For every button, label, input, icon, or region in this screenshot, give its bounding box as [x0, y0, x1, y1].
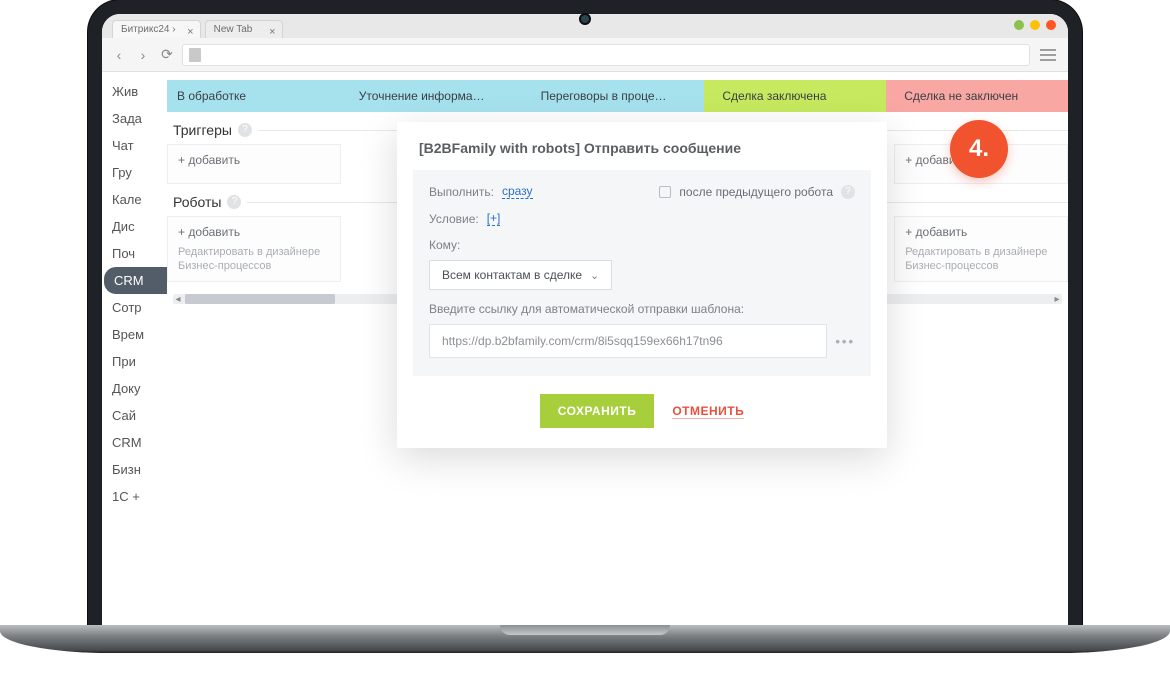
- reload-button[interactable]: ⟳: [158, 46, 176, 64]
- sidebar-item[interactable]: Зада: [102, 105, 167, 132]
- close-icon[interactable]: ×: [187, 23, 193, 41]
- horizontal-scrollbar[interactable]: ◂ ▸: [173, 294, 1062, 304]
- add-robot-link[interactable]: + добавить: [178, 225, 240, 239]
- save-button[interactable]: СОХРАНИТЬ: [540, 394, 655, 428]
- sidebar-item[interactable]: Сай: [102, 402, 167, 429]
- sidebar-item[interactable]: Сотр: [102, 294, 167, 321]
- laptop-frame: Битрикс24 › × New Tab × ‹ › ⟳: [88, 0, 1082, 640]
- forward-button[interactable]: ›: [134, 46, 152, 64]
- robots-columns: + добавить Редактировать в дизайнере Биз…: [167, 216, 1068, 288]
- window-close-dot[interactable]: [1046, 20, 1056, 30]
- template-url-input[interactable]: https://dp.b2bfamily.com/crm/8i5sqq159ex…: [429, 324, 827, 358]
- robots-heading: Роботы ?: [173, 194, 1068, 210]
- modal-footer: СОХРАНИТЬ ОТМЕНИТЬ: [397, 376, 887, 428]
- more-options-icon[interactable]: •••: [835, 334, 855, 349]
- laptop-base: [0, 625, 1170, 653]
- url-value: https://dp.b2bfamily.com/crm/8i5sqq159ex…: [442, 334, 723, 348]
- pipeline-stage[interactable]: Уточнение информа…: [341, 80, 523, 112]
- window-controls: [1014, 20, 1056, 30]
- browser-tab-active[interactable]: Битрикс24 › ×: [112, 20, 201, 38]
- triggers-heading: Триггеры ?: [173, 122, 1068, 138]
- sidebar-item[interactable]: Кале: [102, 186, 167, 213]
- tab-title: Битрикс24 ›: [121, 24, 176, 35]
- sidebar-item[interactable]: Поч: [102, 240, 167, 267]
- pipeline-stage[interactable]: В обработке: [167, 80, 341, 112]
- help-icon[interactable]: ?: [227, 195, 241, 209]
- page-body: Жив Зада Чат Гру Кале Дис Поч CRM Сотр В…: [102, 72, 1068, 640]
- scroll-thumb[interactable]: [185, 294, 335, 304]
- pipeline-stage[interactable]: Сделка не заключен: [886, 80, 1068, 112]
- window-maximize-dot[interactable]: [1030, 20, 1040, 30]
- step-badge: 4.: [950, 120, 1008, 178]
- section-title: Триггеры: [173, 122, 232, 138]
- sidebar-item[interactable]: Чат: [102, 132, 167, 159]
- stage-column: + добавить Редактировать в дизайнере Биз…: [167, 216, 341, 282]
- triggers-columns: + добавить + добавить: [167, 144, 1068, 190]
- scroll-left-arrow[interactable]: ◂: [173, 294, 183, 304]
- sidebar-item[interactable]: Бизн: [102, 456, 167, 483]
- back-button[interactable]: ‹: [110, 46, 128, 64]
- sidebar-item[interactable]: При: [102, 348, 167, 375]
- window-minimize-dot[interactable]: [1014, 20, 1024, 30]
- sidebar-item[interactable]: Дис: [102, 213, 167, 240]
- stage-column: + добавить Редактировать в дизайнере Биз…: [894, 216, 1068, 282]
- sidebar: Жив Зада Чат Гру Кале Дис Поч CRM Сотр В…: [102, 72, 167, 640]
- sidebar-item[interactable]: 1C +: [102, 483, 167, 510]
- scroll-right-arrow[interactable]: ▸: [1052, 294, 1062, 304]
- designer-note[interactable]: Редактировать в дизайнере Бизнес-процесс…: [178, 245, 330, 273]
- laptop-camera: [581, 15, 589, 23]
- sidebar-item[interactable]: Врем: [102, 321, 167, 348]
- close-icon[interactable]: ×: [269, 23, 275, 41]
- address-field[interactable]: [182, 44, 1030, 66]
- screen: Битрикс24 › × New Tab × ‹ › ⟳: [102, 14, 1068, 640]
- page-icon: [189, 48, 201, 62]
- sidebar-item-crm[interactable]: CRM: [104, 267, 167, 294]
- add-trigger-link[interactable]: + добавить: [178, 153, 240, 167]
- link-row: https://dp.b2bfamily.com/crm/8i5sqq159ex…: [429, 324, 855, 358]
- add-robot-link[interactable]: + добавить: [905, 225, 967, 239]
- help-icon[interactable]: ?: [238, 123, 252, 137]
- browser-tab[interactable]: New Tab ×: [205, 20, 283, 38]
- section-title: Роботы: [173, 194, 221, 210]
- sidebar-item[interactable]: Гру: [102, 159, 167, 186]
- cancel-button[interactable]: ОТМЕНИТЬ: [672, 404, 744, 419]
- pipeline-stage[interactable]: Сделка заключена: [704, 80, 886, 112]
- browser-address-bar: ‹ › ⟳: [102, 38, 1068, 72]
- menu-icon[interactable]: [1036, 44, 1060, 66]
- sidebar-item[interactable]: Доку: [102, 375, 167, 402]
- sidebar-item[interactable]: CRM: [102, 429, 167, 456]
- pipeline-stage[interactable]: Переговоры в проце…: [523, 80, 705, 112]
- main-area: В обработке Уточнение информа… Переговор…: [167, 72, 1068, 640]
- designer-note[interactable]: Редактировать в дизайнере Бизнес-процесс…: [905, 245, 1057, 273]
- link-field-label: Введите ссылку для автоматической отправ…: [429, 302, 855, 316]
- tab-title: New Tab: [214, 24, 253, 35]
- pipeline-stages: В обработке Уточнение информа… Переговор…: [167, 80, 1068, 112]
- stage-column: + добавить: [167, 144, 341, 184]
- sidebar-item[interactable]: Жив: [102, 78, 167, 105]
